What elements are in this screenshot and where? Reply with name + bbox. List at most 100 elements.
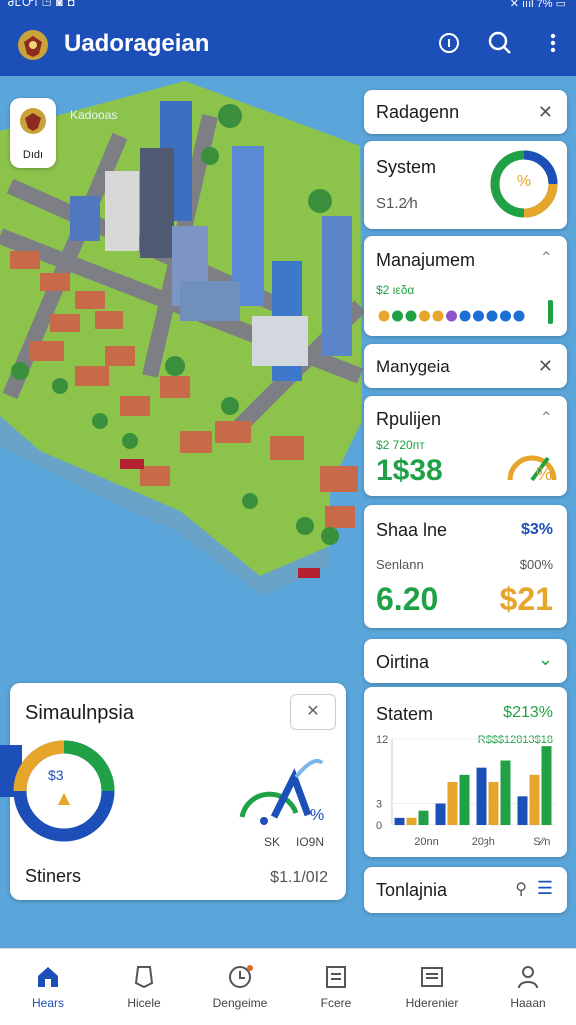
card-title: Statem: [376, 704, 434, 724]
nav-hderenier[interactable]: Hderenier: [384, 949, 480, 1025]
left-value: 6.20: [376, 581, 439, 617]
nav-label: Hderenier: [405, 996, 459, 1010]
sim-donut-chart: [0, 740, 115, 842]
status-left: ᏧᏝᏅᎥ ◳ ◙ ◘: [8, 0, 76, 9]
card-tonlajnia[interactable]: Tonlajnia ⚲ ☰: [364, 867, 567, 913]
bottom-nav: Hears Hicele Dengeime Fcere Hderenier Ha…: [0, 948, 576, 1025]
progress-bar-end: [548, 300, 553, 324]
close-icon[interactable]: ✕: [538, 356, 553, 377]
info-icon[interactable]: [436, 30, 462, 56]
simulation-card[interactable]: Simaulnpsia ✕ $3 % SK IO9N Stiners $1.1/…: [0, 683, 346, 900]
right-value: $21: [499, 581, 553, 617]
nav-label: Dengeime: [212, 996, 268, 1010]
progress-dot: [405, 310, 417, 322]
close-icon[interactable]: ✕: [538, 102, 553, 123]
progress-dots: [378, 300, 553, 324]
region-badge[interactable]: Dıdı: [10, 98, 56, 168]
app-bar: Uadoragеian: [0, 12, 576, 76]
card-manajumem[interactable]: Manajumem ⌃ $2 ιεδα: [364, 236, 567, 336]
gauge-label: %: [536, 464, 553, 484]
chevron-up-icon[interactable]: ⌃: [540, 408, 553, 428]
app-title: Uadoragеian: [64, 30, 210, 57]
x-tick-label: S⁄⁄n: [533, 836, 550, 848]
menu-icon[interactable]: ☰: [537, 878, 553, 899]
home-icon: [38, 967, 58, 987]
progress-dot: [446, 310, 457, 322]
sim-gauge-label: %: [310, 807, 325, 824]
card-shaa-lne[interactable]: Shaa lne $3% Senlann $00% 6.20 $21: [364, 505, 567, 628]
nav-label: Hicele: [127, 996, 161, 1010]
shaa-badge: $3%: [520, 521, 553, 538]
x-tick-label: 20nn: [414, 836, 438, 848]
progress-dot: [500, 310, 511, 322]
nav-dengeime[interactable]: Dengeime: [192, 949, 288, 1025]
nav-hicele[interactable]: Hicele: [96, 949, 192, 1025]
statem-badge: $213%: [503, 704, 553, 721]
region-crest-icon: [20, 108, 46, 134]
chart-bar: [418, 810, 429, 825]
left-label: Senlann: [376, 557, 424, 572]
card-title: Shaa lne: [376, 520, 448, 540]
chart-bar: [394, 817, 405, 825]
card-oirtina[interactable]: Oirtina ⌄: [364, 639, 567, 683]
chart-bar: [517, 796, 528, 825]
nav-fcere[interactable]: Fcere: [288, 949, 384, 1025]
person-icon: [518, 966, 538, 989]
card-subtitle: $2 ιεδα: [376, 283, 415, 297]
y-tick-label: 3: [376, 799, 382, 811]
y-tick-label: 0: [376, 820, 382, 832]
nav-haaan[interactable]: Haaan: [480, 949, 576, 1025]
status-bar: ᏧᏝᏅᎥ ◳ ◙ ◘ ✕ ıııl 7% ▭: [0, 0, 576, 12]
clock-icon: [229, 965, 253, 988]
progress-dot: [486, 310, 498, 322]
chart-bar: [406, 817, 417, 825]
search-icon[interactable]: [487, 30, 513, 56]
more-vert-icon[interactable]: [540, 30, 566, 56]
sim-title: Simaulnpsia: [25, 702, 134, 724]
progress-dot: [432, 310, 444, 322]
chart-bar: [447, 782, 458, 825]
nav-label: Hears: [31, 996, 64, 1010]
sim-footer-right: $1.1/0I2: [270, 869, 328, 886]
chevron-down-icon[interactable]: ⌄: [538, 649, 553, 670]
card-statem[interactable]: Statem $213% R$$$12813$18 12 3 0 20nn 20ȝh S⁄…: [364, 687, 567, 857]
document-icon: [326, 966, 346, 988]
progress-dot: [513, 310, 525, 322]
map-caption: Kadooas: [70, 108, 118, 122]
card-rpulijen[interactable]: Rpulijen ⌃ $2 720пт 1$38 %: [364, 396, 567, 496]
card-manygeia[interactable]: Manygeia ✕: [364, 344, 567, 388]
card-title: Manygeia: [376, 357, 450, 376]
progress-dot: [378, 310, 390, 322]
progress-dot: [392, 310, 403, 322]
rpulijen-value: 1$38: [376, 454, 443, 487]
chart-bar: [476, 767, 487, 825]
nav-home[interactable]: Hears: [0, 949, 96, 1025]
chart-bar: [500, 760, 511, 825]
inbox-icon: [421, 967, 443, 987]
card-title: System: [376, 157, 437, 177]
region-badge-label: Dıdı: [22, 149, 44, 161]
card-subtitle: $2 720пт: [376, 438, 425, 452]
system-value: S1.2⁄h: [376, 195, 418, 212]
card-system[interactable]: System S1.2⁄h %: [364, 141, 567, 229]
y-tick-label: 12: [376, 734, 388, 746]
x-tick-label: 20ȝh: [472, 836, 495, 848]
chart-bar: [541, 746, 552, 825]
progress-dot: [473, 310, 484, 322]
statem-bar-chart: 12 3 0 20nn 20ȝh S⁄⁄n: [376, 734, 556, 848]
system-donut-label: %: [516, 173, 532, 190]
person-search-icon[interactable]: ⚲: [515, 879, 527, 899]
sim-gauge-caption-right: IO9N: [296, 835, 325, 849]
chart-bar: [459, 774, 470, 825]
chevron-up-icon[interactable]: ⌃: [540, 248, 553, 268]
card-title: Radagenn: [376, 102, 460, 122]
close-button[interactable]: ✕: [290, 694, 336, 730]
right-label: $00%: [519, 557, 553, 572]
tag-icon: [134, 966, 154, 989]
sim-donut-label: $3: [48, 767, 64, 783]
card-title: Manajumem: [376, 250, 476, 270]
card-radagenn[interactable]: Radagenn ✕: [364, 90, 567, 134]
chart-bar: [529, 774, 540, 825]
card-title: Rpulijen: [376, 409, 442, 429]
card-title: Oirtina: [376, 652, 430, 672]
